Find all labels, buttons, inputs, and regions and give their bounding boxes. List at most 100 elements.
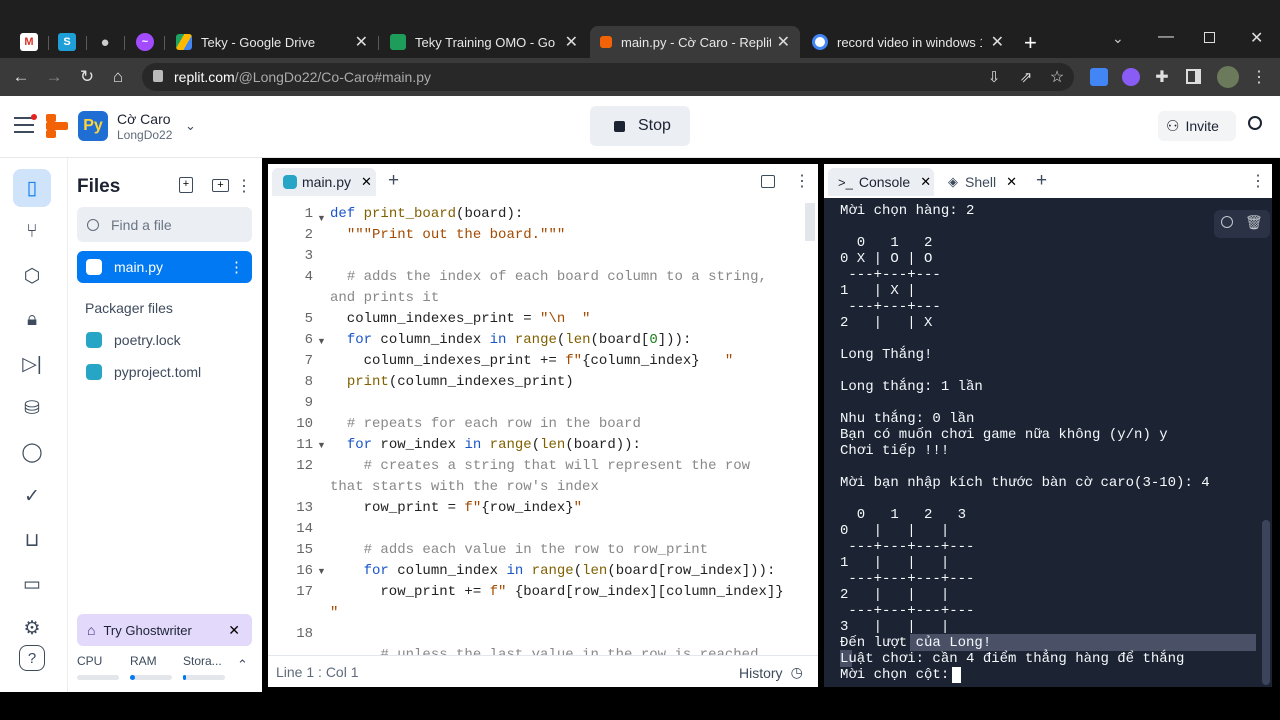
fold-arrow-icon[interactable]: ▼ xyxy=(317,213,326,223)
replit-logo-icon[interactable] xyxy=(46,114,68,138)
skype-pinned-tab-icon[interactable]: S xyxy=(58,33,76,51)
home-icon[interactable]: ⌂ xyxy=(107,66,129,88)
line-number: 18 xyxy=(296,626,313,642)
translate-extension-icon[interactable] xyxy=(1090,68,1108,86)
ghostwriter-icon: ⌂ xyxy=(87,622,96,638)
new-tab-icon[interactable]: + xyxy=(1024,30,1037,56)
tab-console[interactable]: >_ Console ✕ xyxy=(828,168,934,196)
tab-search-chevron-icon[interactable]: ⌄ xyxy=(1112,30,1124,47)
files-tool-icon[interactable]: ▯ xyxy=(13,169,51,207)
editor-scrollbar[interactable] xyxy=(805,203,815,241)
google-sheets-icon xyxy=(390,34,406,50)
tab-google-search[interactable]: record video in windows 11 ✕ xyxy=(802,26,1014,58)
gmail-pinned-tab-icon[interactable]: M xyxy=(20,33,38,51)
code-area[interactable]: 1 2 3 4 5 6 7 8 9 10 11 12 13 14 15 16 17 18 ▼ ▼ ▼ ▼ def … xyxy=(268,203,818,655)
search-icon[interactable] xyxy=(1248,116,1262,130)
close-tab-icon[interactable]: ✕ xyxy=(565,32,578,52)
close-icon[interactable]: ✕ xyxy=(228,622,240,639)
console-menu-icon[interactable]: ⋮ xyxy=(1250,171,1266,191)
chrome-menu-icon[interactable]: ⋮ xyxy=(1248,66,1270,88)
console-search-icon[interactable] xyxy=(1221,216,1233,228)
database-icon[interactable]: ⛁ xyxy=(13,389,51,427)
fold-arrow-icon[interactable]: ▼ xyxy=(317,566,326,576)
user-icon[interactable]: ◯ xyxy=(13,433,51,471)
install-app-icon[interactable]: ⇩ xyxy=(983,66,1005,88)
profile-avatar[interactable] xyxy=(1217,66,1239,88)
console-line: 1 | X | xyxy=(840,283,916,299)
files-menu-icon[interactable]: ⋮ xyxy=(236,176,252,196)
back-icon[interactable]: ← xyxy=(10,66,32,88)
chevron-down-icon[interactable]: ⌄ xyxy=(185,118,196,134)
close-tab-icon[interactable]: ✕ xyxy=(991,32,1004,52)
ghostwriter-banner[interactable]: ⌂ Try Ghostwriter ✕ xyxy=(77,614,252,646)
bookmark-star-icon[interactable]: ☆ xyxy=(1046,66,1068,88)
close-tab-icon[interactable]: ✕ xyxy=(920,174,931,190)
history-button[interactable]: History ◷ xyxy=(739,664,803,681)
clear-console-trash-icon[interactable]: 🗑︎ xyxy=(1245,214,1263,231)
file-item-poetry-lock[interactable]: poetry.lock xyxy=(86,332,181,348)
url-text[interactable]: replit.com/@LongDo22/Co-Caro#main.py xyxy=(174,69,431,85)
version-control-icon[interactable]: ⑂ xyxy=(13,213,51,251)
checkmark-icon[interactable]: ✓ xyxy=(13,477,51,515)
line-number: 13 xyxy=(296,500,313,516)
console-line: Mời chọn cột: xyxy=(840,667,958,683)
close-tab-icon[interactable]: ✕ xyxy=(355,32,368,52)
bottom-bar xyxy=(0,692,1280,720)
settings-gear-icon[interactable]: ⚙ xyxy=(13,609,51,647)
restore-icon[interactable] xyxy=(1204,32,1215,43)
extension-icon[interactable] xyxy=(1122,68,1140,86)
minimize-icon[interactable]: — xyxy=(1158,28,1174,46)
editor-tab-main-py[interactable]: main.py ✕ xyxy=(272,168,376,196)
cpu-label: CPU xyxy=(77,654,103,668)
file-item-main-py[interactable]: main.py ⋮ xyxy=(77,251,252,283)
secrets-lock-icon[interactable]: 🔒︎ xyxy=(13,301,51,339)
chevron-up-icon[interactable]: ⌃ xyxy=(237,657,248,673)
messenger-pinned-tab-icon[interactable]: ~ xyxy=(136,33,154,51)
tab-shell[interactable]: ◈ Shell ✕ xyxy=(946,168,1026,196)
new-folder-icon[interactable]: + xyxy=(212,179,229,192)
fold-arrow-icon[interactable]: ▼ xyxy=(317,336,326,346)
stop-button[interactable]: Stop xyxy=(590,106,690,146)
extensions-puzzle-icon[interactable]: ✚ xyxy=(1151,66,1173,88)
python-repl-icon[interactable]: Py xyxy=(78,111,108,141)
tab-replit-active[interactable]: main.py - Cờ Caro - Replit ✕ xyxy=(590,26,800,58)
editor-menu-icon[interactable]: ⋮ xyxy=(794,171,810,191)
packages-cube-icon[interactable]: ⬡ xyxy=(13,257,51,295)
console-scrollbar[interactable] xyxy=(1262,520,1270,685)
chat-icon[interactable]: ▭ xyxy=(13,565,51,603)
new-file-icon[interactable]: + xyxy=(179,177,193,193)
terminal-cursor xyxy=(952,667,961,683)
hamburger-menu-icon[interactable] xyxy=(14,117,34,133)
editor-layout-icon[interactable] xyxy=(761,175,775,188)
console-line: 0 | | | xyxy=(840,523,950,539)
console-line: Long Thắng! xyxy=(840,347,933,363)
close-tab-icon[interactable]: ✕ xyxy=(777,32,790,52)
file-name: pyproject.toml xyxy=(114,364,202,380)
share-icon[interactable]: ⇗ xyxy=(1015,66,1037,88)
reload-icon[interactable]: ↻ xyxy=(76,66,98,88)
debugger-icon[interactable]: ▷| xyxy=(13,345,51,383)
new-tab-icon[interactable]: + xyxy=(1036,170,1047,192)
file-menu-icon[interactable]: ⋮ xyxy=(229,258,244,276)
close-window-icon[interactable]: ✕ xyxy=(1250,28,1263,48)
code-line: row_print += f" {board[row_index][column… xyxy=(330,584,784,600)
help-icon[interactable]: ? xyxy=(19,645,45,671)
tab-google-sheets[interactable]: Teky Training OMO - Google ✕ xyxy=(380,26,588,58)
file-item-pyproject-toml[interactable]: pyproject.toml xyxy=(86,364,201,380)
repl-owner[interactable]: LongDo22 xyxy=(117,128,172,142)
lock-icon[interactable] xyxy=(153,70,163,82)
close-tab-icon[interactable]: ✕ xyxy=(1006,174,1017,190)
close-tab-icon[interactable]: ✕ xyxy=(361,174,372,190)
new-tab-icon[interactable]: + xyxy=(388,170,399,192)
side-panel-icon[interactable] xyxy=(1186,69,1201,84)
console-line: 2 | | X xyxy=(840,315,933,331)
cpu-meter xyxy=(77,675,119,680)
fold-arrow-icon[interactable]: ▼ xyxy=(317,440,326,450)
apple-pinned-tab-icon[interactable]: ● xyxy=(96,33,114,51)
find-file-input[interactable]: Find a file xyxy=(77,207,252,242)
inbox-icon[interactable]: ⊔ xyxy=(13,521,51,559)
forward-icon[interactable]: → xyxy=(43,66,65,88)
tab-google-drive[interactable]: Teky - Google Drive ✕ xyxy=(166,26,378,58)
repl-name[interactable]: Cờ Caro xyxy=(117,111,171,127)
invite-button[interactable]: ⚇ Invite xyxy=(1158,111,1236,141)
